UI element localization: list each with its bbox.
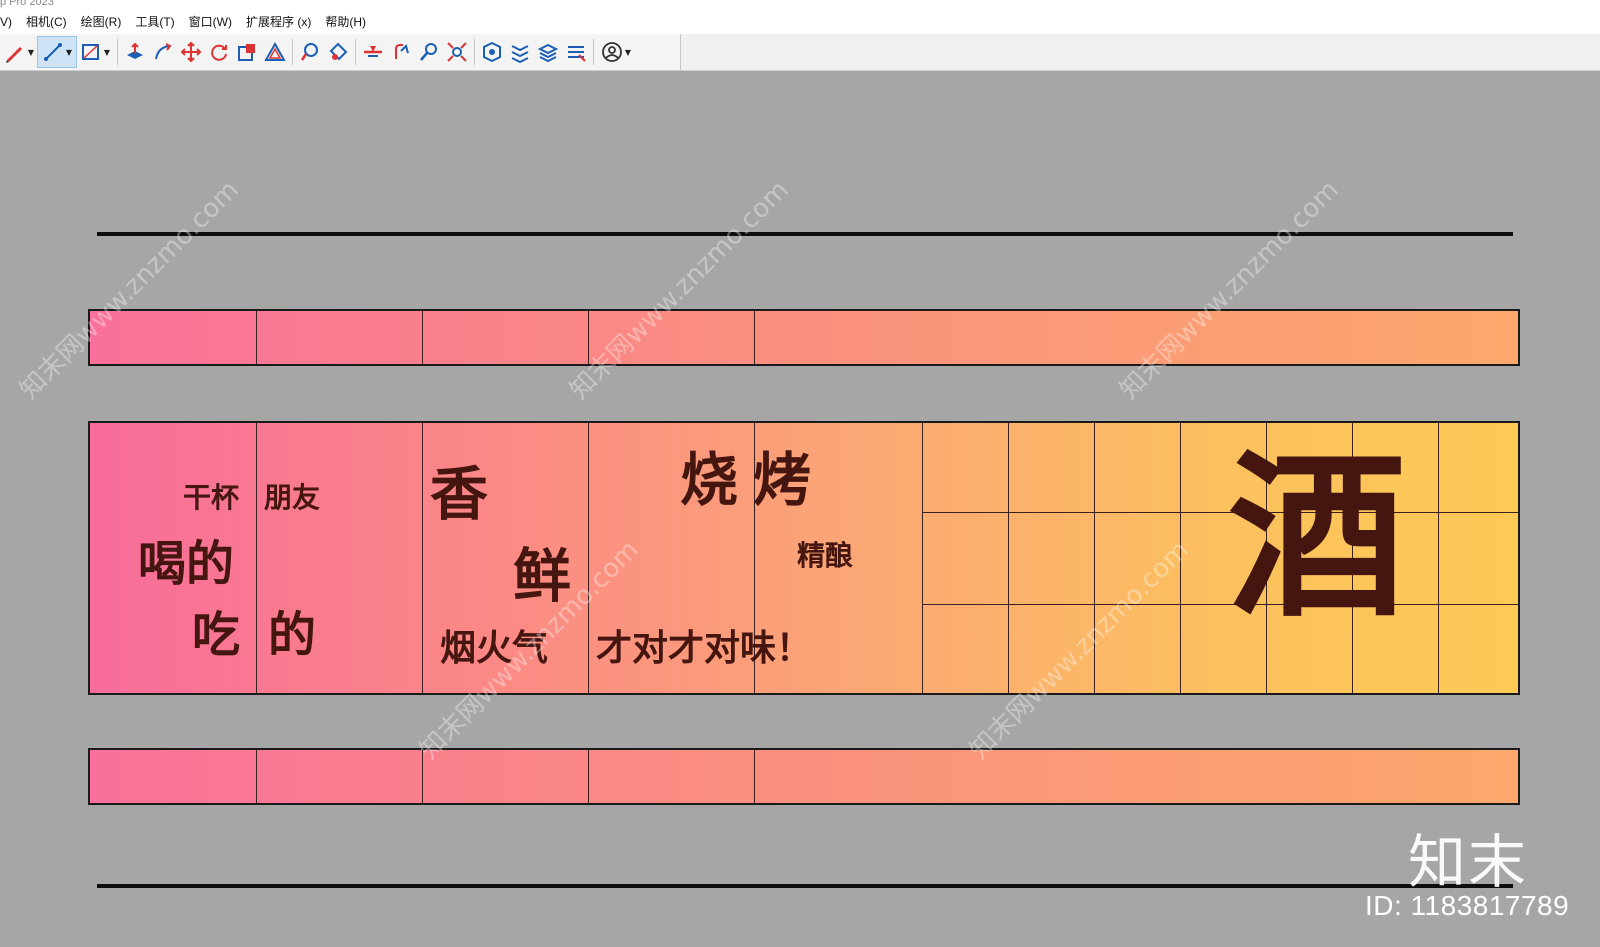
rotate-icon	[211, 44, 227, 61]
menu-tools[interactable]: 工具(T)	[128, 10, 181, 34]
panel-divider	[588, 423, 589, 693]
window-title: p Pro 2023	[0, 0, 54, 8]
sign-text-ganbei: 干杯	[183, 481, 240, 514]
toolbar-separator	[355, 39, 356, 65]
paint-bucket-tool-button[interactable]	[324, 37, 352, 67]
strip-divider	[754, 750, 755, 803]
strip-divider	[588, 311, 589, 364]
scale-tool-button[interactable]	[233, 37, 261, 67]
zoom-extents-icon	[447, 42, 467, 62]
menu-camera[interactable]: 相机(C)	[19, 10, 74, 34]
styles-icon	[537, 43, 559, 63]
section-plane-icon	[364, 46, 382, 57]
top-black-line	[97, 232, 1513, 236]
sign-text-duiwei: 才对才对味！	[596, 628, 813, 669]
menu-view[interactable]: V)	[0, 10, 19, 34]
tape-measure-icon	[300, 43, 318, 61]
grid-line	[922, 604, 1518, 605]
sign-text-jiu: 酒	[1228, 434, 1406, 641]
grid-line	[1438, 423, 1439, 693]
sign-text-kao: 烤	[753, 446, 812, 514]
components-tool-button[interactable]	[562, 37, 590, 67]
strip-divider	[256, 311, 257, 364]
signboard-panel: 干杯 朋友 喝的 吃 的 香 鲜 烟火气 烧 烤 精酿 才对才对味！ 酒	[88, 421, 1520, 695]
sign-text-pengyou: 朋友	[264, 481, 321, 514]
strip-divider	[422, 311, 423, 364]
styles-tool-button[interactable]	[534, 37, 562, 67]
sign-text-chi: 吃	[192, 607, 241, 663]
lower-gradient-strip	[88, 748, 1520, 805]
components-icon	[568, 46, 586, 62]
tape-measure-tool-button[interactable]	[296, 37, 324, 67]
orbit-icon	[395, 44, 409, 59]
user-icon	[602, 42, 622, 62]
grid-line	[922, 512, 1518, 513]
paint-bucket-icon	[329, 42, 348, 61]
push-pull-icon	[127, 42, 143, 59]
rotate-tool-button[interactable]	[205, 37, 233, 67]
scale-icon	[238, 44, 255, 61]
grid-line	[1094, 423, 1095, 693]
layers-icon	[511, 45, 529, 63]
offset-tool-button[interactable]	[261, 37, 289, 67]
menu-bar: V) 相机(C) 绘图(R) 工具(T) 窗口(W) 扩展程序 (x) 帮助(H…	[0, 10, 1600, 34]
menu-extensions[interactable]: 扩展程序 (x)	[239, 10, 318, 34]
line-tool-button[interactable]: ▼	[37, 36, 77, 68]
sandbox-tool-button[interactable]	[478, 37, 506, 67]
toolbar-separator	[593, 39, 594, 65]
sandbox-icon	[483, 41, 501, 63]
strip-divider	[588, 750, 589, 803]
sign-text-jingniang: 精酿	[797, 539, 854, 572]
move-tool-button[interactable]	[177, 37, 205, 67]
panel-divider	[422, 423, 423, 693]
menu-help[interactable]: 帮助(H)	[318, 10, 373, 34]
push-pull-tool-button[interactable]	[121, 37, 149, 67]
minimize-button[interactable]	[1574, 0, 1590, 10]
strip-divider	[256, 750, 257, 803]
watermark-text: 知末网www.znzmo.com	[14, 174, 245, 406]
menu-draw[interactable]: 绘图(R)	[74, 10, 129, 34]
sign-text-shao: 烧	[680, 446, 739, 514]
asset-id-label: ID: 1183817789	[1365, 890, 1570, 921]
sign-text-xiang: 香	[430, 460, 489, 528]
toolbar-group: ▼ ▼ ▼ ▼	[0, 34, 681, 70]
move-icon	[180, 41, 202, 63]
panel-divider	[922, 423, 923, 693]
main-toolbar: ▼ ▼ ▼ ▼	[0, 34, 1600, 71]
sign-text-hede: 喝的	[138, 536, 235, 592]
line-icon	[43, 43, 62, 61]
menu-window[interactable]: 窗口(W)	[182, 10, 239, 34]
orbit-tool-button[interactable]	[387, 37, 415, 67]
toolbar-separator	[474, 39, 475, 65]
toolbar-separator	[292, 39, 293, 65]
zoom-tool-button[interactable]	[415, 37, 443, 67]
sign-text-yanhuoqi: 烟火气	[440, 628, 549, 669]
section-plane-tool-button[interactable]	[359, 37, 387, 67]
panel-divider	[256, 423, 257, 693]
follow-me-tool-button[interactable]	[149, 37, 177, 67]
follow-me-icon	[155, 43, 172, 60]
strip-divider	[754, 311, 755, 364]
sign-text-de: 的	[268, 607, 317, 663]
upper-gradient-strip	[88, 309, 1520, 366]
grid-line	[1008, 423, 1009, 693]
zoom-icon	[420, 43, 437, 61]
layers-tool-button[interactable]	[506, 37, 534, 67]
window-title-bar: p Pro 2023	[0, 0, 1600, 10]
rectangle-tool-button[interactable]: ▼	[76, 37, 114, 67]
watermark-text: 知末网www.znzmo.com	[564, 174, 795, 406]
grid-line	[1180, 423, 1181, 693]
strip-divider	[422, 750, 423, 803]
bottom-black-line	[97, 884, 1513, 888]
zoom-extents-tool-button[interactable]	[443, 37, 471, 67]
rectangle-icon	[81, 44, 99, 60]
brand-logo: 知末	[1408, 828, 1529, 896]
pencil-tool-button[interactable]: ▼	[0, 37, 38, 67]
pencil-icon	[5, 47, 22, 63]
sign-text-xian: 鲜	[513, 542, 572, 610]
watermark-text: 知末网www.znzmo.com	[1114, 174, 1345, 406]
toolbar-separator	[117, 39, 118, 65]
offset-icon	[264, 41, 286, 61]
user-account-button[interactable]: ▼	[597, 37, 635, 67]
